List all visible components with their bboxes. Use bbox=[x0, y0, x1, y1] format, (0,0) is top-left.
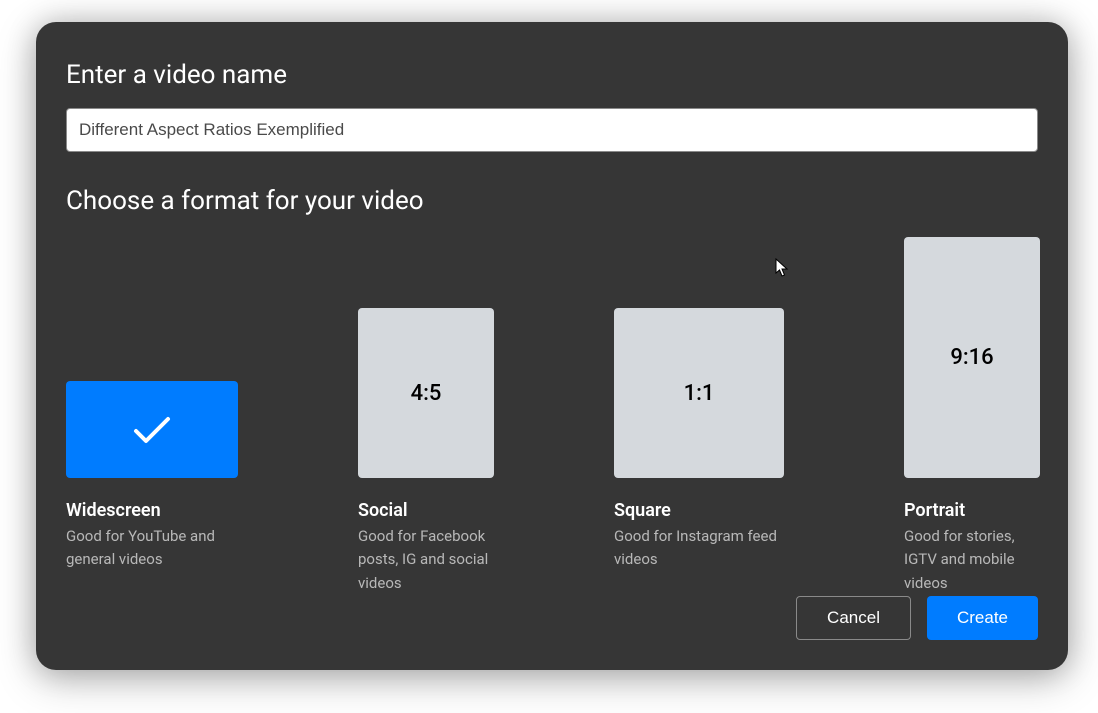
format-option-widescreen[interactable]: Widescreen Good for YouTube and general … bbox=[66, 236, 238, 572]
preview-social: 4:5 bbox=[358, 308, 494, 478]
video-name-input[interactable] bbox=[66, 108, 1038, 152]
ratio-label: 1:1 bbox=[684, 381, 715, 406]
format-desc: Good for YouTube and general videos bbox=[66, 525, 236, 572]
cancel-button[interactable]: Cancel bbox=[796, 596, 911, 640]
format-option-square[interactable]: 1:1 Square Good for Instagram feed video… bbox=[614, 236, 784, 572]
format-desc: Good for Facebook posts, IG and social v… bbox=[358, 525, 494, 595]
ratio-label: 9:16 bbox=[950, 345, 993, 370]
preview-slot bbox=[66, 236, 238, 478]
format-title: Social bbox=[358, 500, 408, 521]
format-heading: Choose a format for your video bbox=[66, 186, 1038, 216]
format-desc: Good for stories, IGTV and mobile videos bbox=[904, 525, 1040, 595]
preview-slot: 4:5 bbox=[358, 236, 494, 478]
video-name-heading: Enter a video name bbox=[66, 60, 1038, 90]
format-title: Portrait bbox=[904, 500, 965, 521]
format-title: Widescreen bbox=[66, 500, 161, 521]
check-icon bbox=[132, 415, 172, 445]
format-option-social[interactable]: 4:5 Social Good for Facebook posts, IG a… bbox=[358, 236, 494, 595]
preview-square: 1:1 bbox=[614, 308, 784, 478]
ratio-label: 4:5 bbox=[411, 381, 442, 406]
preview-slot: 1:1 bbox=[614, 236, 784, 478]
create-button[interactable]: Create bbox=[927, 596, 1038, 640]
format-title: Square bbox=[614, 500, 671, 521]
dialog-actions: Cancel Create bbox=[66, 596, 1038, 640]
format-options: Widescreen Good for YouTube and general … bbox=[66, 236, 1038, 596]
preview-widescreen bbox=[66, 381, 238, 478]
format-option-portrait[interactable]: 9:16 Portrait Good for stories, IGTV and… bbox=[904, 236, 1040, 595]
preview-slot: 9:16 bbox=[904, 236, 1040, 478]
format-desc: Good for Instagram feed videos bbox=[614, 525, 784, 572]
preview-portrait: 9:16 bbox=[904, 237, 1040, 478]
new-video-dialog: Enter a video name Choose a format for y… bbox=[36, 22, 1068, 670]
